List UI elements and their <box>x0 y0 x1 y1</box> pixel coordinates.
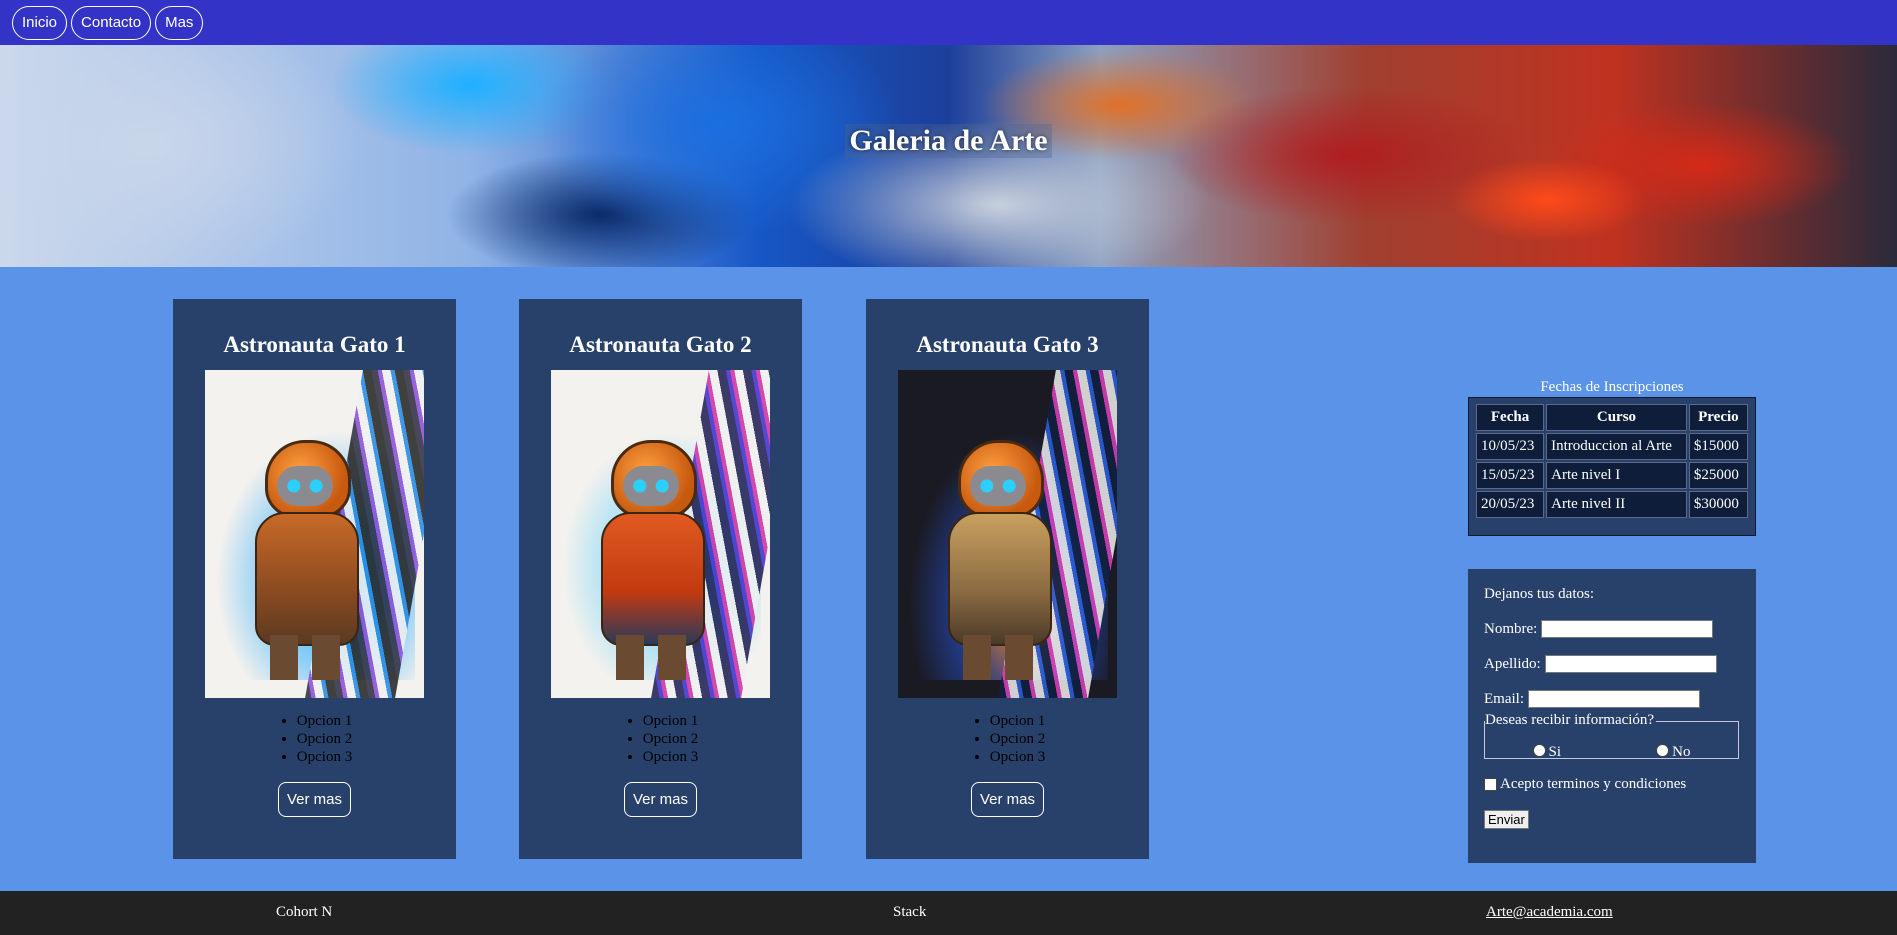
list-item: Opcion 2 <box>990 730 1045 748</box>
list-item: Opcion 3 <box>297 748 352 766</box>
list-item: Opcion 1 <box>643 712 698 730</box>
card-image <box>551 370 770 698</box>
apellido-label: Apellido: <box>1484 655 1541 672</box>
radio-no[interactable] <box>1656 744 1670 757</box>
card-image <box>898 370 1117 698</box>
table-header: Fecha <box>1476 404 1545 431</box>
enrollment-table: Fecha Curso Precio 10/05/23 Introduccion… <box>1468 397 1756 536</box>
list-item: Opcion 2 <box>643 730 698 748</box>
contact-form: Dejanos tus datos: Nombre: Apellido: Ema… <box>1468 569 1756 863</box>
footer-stack: Stack <box>893 904 927 920</box>
fieldset-legend: Deseas recibir información? <box>1485 712 1657 729</box>
table-cell: Arte nivel I <box>1546 462 1687 489</box>
table-row: 20/05/23 Arte nivel II $30000 <box>1476 491 1748 518</box>
list-item: Opcion 1 <box>297 712 352 730</box>
art-card: Astronauta Gato 3 Opcion 1 Opcion 2 Opci… <box>866 299 1149 859</box>
terms-checkbox[interactable] <box>1484 777 1497 791</box>
nav-item-mas[interactable]: Mas <box>155 5 204 40</box>
list-item: Opcion 3 <box>990 748 1045 766</box>
form-heading: Dejanos tus datos: <box>1484 585 1594 602</box>
card-options-list: Opcion 1 Opcion 2 Opcion 3 <box>277 712 352 766</box>
list-item: Opcion 2 <box>297 730 352 748</box>
table-cell: Arte nivel II <box>1546 491 1687 518</box>
art-card: Astronauta Gato 2 Opcion 1 Opcion 2 Opci… <box>519 299 802 859</box>
table-cell: $25000 <box>1688 462 1748 489</box>
card-image <box>205 370 424 698</box>
table-row: 10/05/23 Introduccion al Arte $15000 <box>1476 433 1748 460</box>
art-card: Astronauta Gato 1 Opcion 1 Opcion 2 Opci… <box>173 299 456 859</box>
nombre-field[interactable] <box>1541 620 1714 638</box>
footer-cohort: Cohort N <box>276 904 333 920</box>
list-item: Opcion 3 <box>643 748 698 766</box>
terms-label: Acepto terminos y condiciones <box>1500 775 1687 792</box>
list-item: Opcion 1 <box>990 712 1045 730</box>
ver-mas-button[interactable]: Ver mas <box>623 782 698 817</box>
table-cell: Introduccion al Arte <box>1546 433 1687 460</box>
table-cell: 20/05/23 <box>1476 491 1545 518</box>
email-label: Email: <box>1484 690 1524 707</box>
nav-item-contacto[interactable]: Contacto <box>71 5 152 40</box>
table-cell: 10/05/23 <box>1476 433 1545 460</box>
radio-si-label: Si <box>1548 744 1562 760</box>
table-cell: 15/05/23 <box>1476 462 1545 489</box>
submit-button[interactable]: Enviar <box>1484 809 1529 829</box>
card-title: Astronauta Gato 1 <box>223 332 406 357</box>
apellido-field[interactable] <box>1544 655 1717 673</box>
hero-banner: Galeria de Arte <box>0 45 1897 267</box>
radio-si-option[interactable]: Si <box>1532 744 1562 761</box>
ver-mas-button[interactable]: Ver mas <box>277 782 352 817</box>
table-header: Curso <box>1546 404 1687 431</box>
card-options-list: Opcion 1 Opcion 2 Opcion 3 <box>623 712 698 766</box>
table-cell: $15000 <box>1688 433 1748 460</box>
table-row: 15/05/23 Arte nivel I $25000 <box>1476 462 1748 489</box>
newsletter-fieldset: Deseas recibir información? Si No <box>1484 712 1739 761</box>
footer-email-link[interactable]: Arte@academia.com <box>1486 904 1613 920</box>
radio-si[interactable] <box>1532 744 1546 757</box>
email-field[interactable] <box>1528 690 1700 708</box>
radio-no-option[interactable]: No <box>1656 744 1690 761</box>
card-title: Astronauta Gato 2 <box>569 332 752 357</box>
table-cell: $30000 <box>1688 491 1748 518</box>
top-nav: Inicio Contacto Mas <box>0 0 1897 45</box>
radio-no-label: No <box>1672 744 1691 760</box>
table-header: Precio <box>1688 404 1748 431</box>
table-caption: Fechas de Inscripciones <box>1540 379 1684 395</box>
nav-item-inicio[interactable]: Inicio <box>12 5 68 40</box>
card-options-list: Opcion 1 Opcion 2 Opcion 3 <box>970 712 1045 766</box>
page-title: Galeria de Arte <box>845 124 1052 158</box>
nombre-label: Nombre: <box>1484 620 1538 637</box>
footer: Cohort N Stack Arte@academia.com <box>0 891 1897 935</box>
ver-mas-button[interactable]: Ver mas <box>970 782 1045 817</box>
card-title: Astronauta Gato 3 <box>916 332 1099 357</box>
